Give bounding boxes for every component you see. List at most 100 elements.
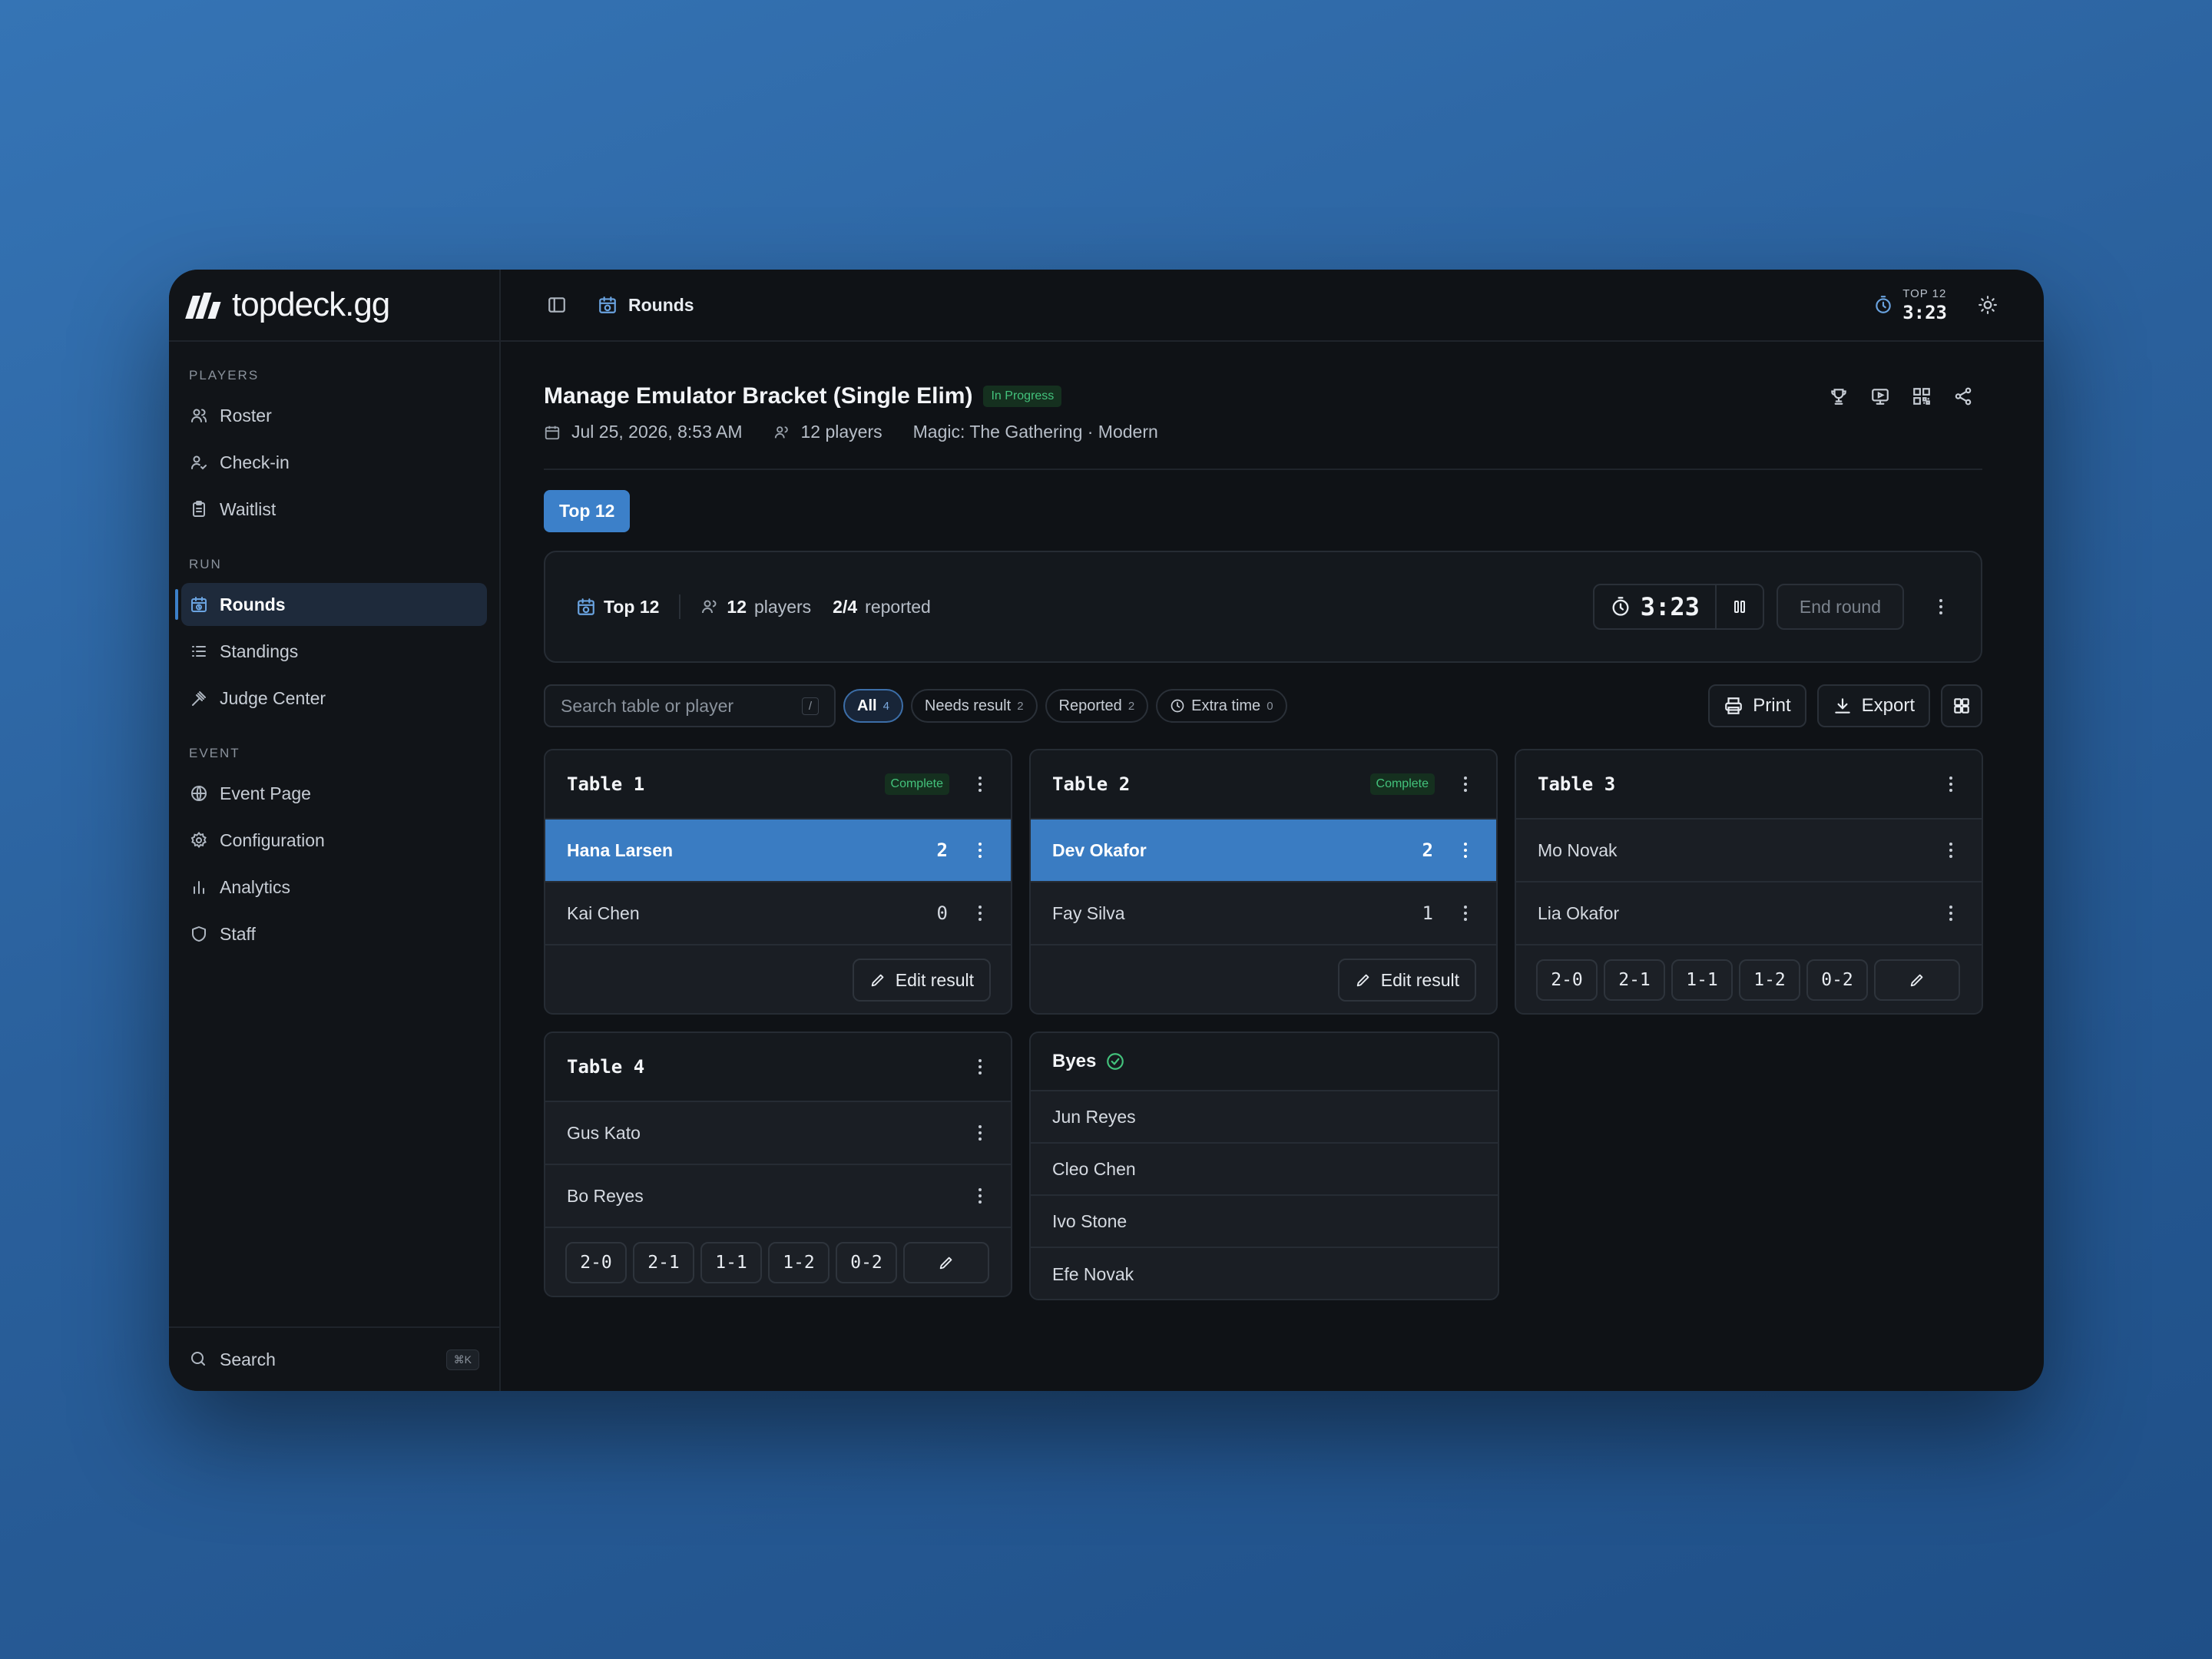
print-label: Print [1753, 695, 1791, 716]
quick-result-1-2-button[interactable]: 1-2 [768, 1242, 830, 1283]
sidebar-item-label: Roster [220, 405, 272, 426]
tab-top-12[interactable]: Top 12 [544, 490, 631, 532]
breadcrumb-label: Rounds [628, 294, 694, 315]
more-icon[interactable] [971, 1188, 989, 1204]
filter-chip-all[interactable]: All 4 [843, 689, 903, 723]
grid-view-button[interactable] [1941, 684, 1982, 727]
player-row[interactable]: Lia Okafor [1516, 882, 1982, 945]
player-row[interactable]: Dev Okafor 2 [1031, 820, 1496, 882]
nav-heading: PLAYERS [189, 368, 260, 382]
edit-result-label: Edit result [1380, 969, 1459, 990]
stopwatch-icon [1610, 596, 1631, 618]
more-icon[interactable] [1456, 777, 1475, 792]
quick-result-2-0-button[interactable]: 2-0 [565, 1242, 627, 1283]
more-icon[interactable] [1456, 843, 1475, 858]
quick-result-0-2-button[interactable]: 0-2 [836, 1242, 897, 1283]
player-name: Gus Kato [567, 1122, 641, 1143]
header-timer-value: 3:23 [1902, 302, 1947, 323]
custom-result-button[interactable] [1874, 959, 1960, 1001]
event-date: Jul 25, 2026, 8:53 AM [571, 422, 743, 442]
sidebar-search-button[interactable]: Search ⌘K [169, 1326, 499, 1391]
player-name: Fay Silva [1052, 902, 1125, 923]
more-icon[interactable] [971, 777, 989, 792]
byes-card: Byes Jun Reyes Cleo Chen Ivo Stone Efe N… [1029, 1031, 1499, 1300]
share-icon[interactable] [1953, 386, 1973, 406]
sidebar-item-waitlist[interactable]: Waitlist [181, 488, 487, 531]
table-name: Table 1 [567, 773, 645, 795]
trophy-icon[interactable] [1829, 386, 1849, 406]
quick-result-1-1-button[interactable]: 1-1 [700, 1242, 762, 1283]
more-icon[interactable] [1942, 906, 1960, 921]
divider [544, 469, 1982, 470]
header-round-timer[interactable]: TOP 12 3:23 [1873, 286, 1947, 323]
player-name: Kai Chen [567, 902, 640, 923]
chip-count: 4 [882, 699, 889, 713]
filter-chip-reported[interactable]: Reported 2 [1045, 689, 1149, 723]
quick-result-2-0-button[interactable]: 2-0 [1536, 959, 1598, 1001]
quick-result-1-2-button[interactable]: 1-2 [1739, 959, 1800, 1001]
quick-result-2-1-button[interactable]: 2-1 [1604, 959, 1665, 1001]
end-round-button[interactable]: End round [1776, 584, 1904, 630]
logo[interactable]: topdeck.gg [169, 270, 499, 342]
more-icon[interactable] [1456, 906, 1475, 921]
more-icon[interactable] [971, 843, 989, 858]
edit-result-button[interactable]: Edit result [1337, 959, 1476, 1002]
header-timer-label: TOP 12 [1902, 287, 1947, 300]
table-name: Table 2 [1052, 773, 1131, 795]
round-timer-display[interactable]: 3:23 [1594, 585, 1717, 628]
round-more-icon[interactable] [1932, 599, 1950, 614]
player-row[interactable]: Bo Reyes [545, 1165, 1011, 1228]
theme-toggle-sun-icon[interactable] [1978, 295, 1998, 315]
clipboard-icon [189, 499, 209, 519]
player-row[interactable]: Hana Larsen 2 [545, 820, 1011, 882]
more-icon[interactable] [971, 906, 989, 921]
pause-button[interactable] [1717, 585, 1763, 628]
qr-code-icon[interactable] [1912, 386, 1932, 406]
custom-result-button[interactable] [903, 1242, 989, 1283]
globe-icon [189, 783, 209, 803]
player-row[interactable]: Gus Kato [545, 1102, 1011, 1165]
quick-result-2-1-button[interactable]: 2-1 [633, 1242, 694, 1283]
chip-label: Reported [1058, 697, 1122, 714]
sidebar-item-label: Check-in [220, 452, 290, 472]
sidebar-item-configuration[interactable]: Configuration [181, 819, 487, 862]
sidebar-item-event-page[interactable]: Event Page [181, 772, 487, 815]
filter-chip-needs-result[interactable]: Needs result 2 [910, 689, 1038, 723]
gavel-icon [189, 688, 209, 708]
search-input[interactable]: Search table or player / [544, 684, 836, 727]
more-icon[interactable] [1942, 777, 1960, 792]
quick-result-1-1-button[interactable]: 1-1 [1671, 959, 1733, 1001]
sidebar-item-rounds[interactable]: Rounds [175, 583, 487, 626]
export-button[interactable]: Export [1816, 684, 1930, 727]
player-row[interactable]: Kai Chen 0 [545, 882, 1011, 945]
more-icon[interactable] [1942, 843, 1960, 858]
sidebar-item-staff[interactable]: Staff [181, 912, 487, 955]
chip-label: Extra time [1191, 697, 1261, 714]
gear-icon [189, 830, 209, 850]
sidebar-toggle-icon[interactable] [547, 295, 567, 315]
present-screen-icon[interactable] [1870, 386, 1890, 406]
print-button[interactable]: Print [1708, 684, 1806, 727]
filter-chip-extra-time[interactable]: Extra time 0 [1156, 689, 1287, 723]
nav-section-event: EVENT Event Page Configuration Analytics… [169, 746, 499, 955]
round-players-label: players [754, 596, 812, 617]
chip-count: 2 [1017, 699, 1024, 713]
round-timer: 3:23 [1592, 584, 1764, 630]
player-row[interactable]: Mo Novak [1516, 820, 1982, 882]
sidebar-item-label: Standings [220, 641, 299, 661]
user-check-icon [189, 452, 209, 472]
table-name: Table 4 [567, 1056, 645, 1078]
sidebar-item-check-in[interactable]: Check-in [181, 441, 487, 484]
sidebar-item-analytics[interactable]: Analytics [181, 866, 487, 909]
sidebar-item-standings[interactable]: Standings [181, 630, 487, 673]
byes-title: Byes [1052, 1051, 1097, 1071]
main-panel: Rounds TOP 12 3:23 Manage Emulator Brack… [501, 270, 2044, 1391]
edit-result-button[interactable]: Edit result [852, 959, 991, 1002]
quick-result-0-2-button[interactable]: 0-2 [1806, 959, 1868, 1001]
more-icon[interactable] [971, 1125, 989, 1141]
sidebar-item-judge-center[interactable]: Judge Center [181, 677, 487, 720]
sidebar-item-roster[interactable]: Roster [181, 394, 487, 437]
more-icon[interactable] [971, 1059, 989, 1075]
player-row[interactable]: Fay Silva 1 [1031, 882, 1496, 945]
edit-result-label: Edit result [895, 969, 974, 990]
